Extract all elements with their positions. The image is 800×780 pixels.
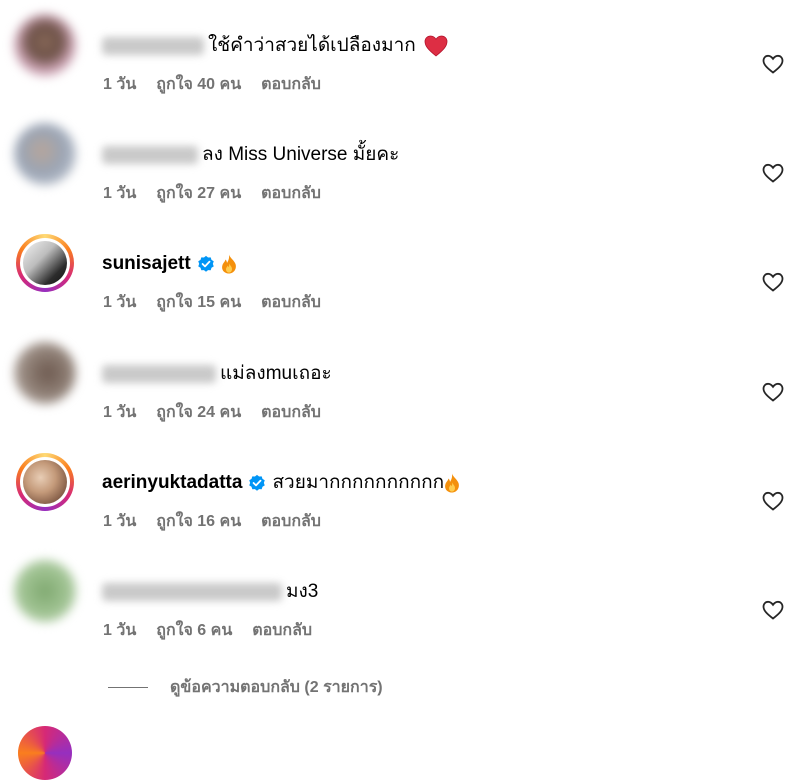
- heart-outline-icon[interactable]: [762, 382, 784, 402]
- view-replies-label: ดูข้อความตอบกลับ (2 รายการ): [170, 678, 383, 696]
- comment-time: 1 วัน: [103, 294, 137, 311]
- view-replies-button[interactable]: ดูข้อความตอบกลับ (2 รายการ): [108, 676, 383, 698]
- heart-outline-icon[interactable]: [762, 54, 784, 74]
- username-blurred[interactable]: [102, 365, 216, 383]
- verified-badge-icon: [197, 255, 214, 272]
- comment-text: ลง Miss Universe มั้ยคะ: [202, 144, 400, 165]
- avatar[interactable]: [14, 14, 76, 76]
- comment-item: aerinyuktadatta สวยมากกกกกกกกกก 1 วัน ถู…: [0, 451, 800, 551]
- comment-time: 1 วัน: [103, 622, 137, 639]
- like-count[interactable]: ถูกใจ 6 คน: [156, 618, 232, 643]
- avatar[interactable]: [18, 726, 72, 780]
- heart-outline-icon[interactable]: [762, 163, 784, 183]
- comment-time: 1 วัน: [103, 185, 137, 202]
- comment-time: 1 วัน: [103, 404, 137, 421]
- red-heart-emoji-icon: [424, 35, 448, 57]
- reply-button[interactable]: ตอบกลับ: [261, 72, 321, 97]
- comment-time: 1 วัน: [103, 513, 137, 530]
- divider: [108, 686, 148, 688]
- avatar[interactable]: [14, 123, 76, 185]
- username[interactable]: aerinyuktadatta: [102, 471, 242, 495]
- avatar[interactable]: [14, 451, 76, 513]
- avatar[interactable]: [14, 342, 76, 404]
- username-blurred[interactable]: [102, 37, 204, 55]
- comment-text: แม่ลงmuเถอะ: [220, 363, 332, 384]
- like-count[interactable]: ถูกใจ 24 คน: [156, 400, 241, 425]
- username-blurred[interactable]: [102, 146, 198, 164]
- username[interactable]: sunisajett: [102, 252, 191, 276]
- verified-badge-icon: [249, 474, 266, 491]
- avatar[interactable]: [14, 560, 76, 622]
- comment-item: มง3 1 วัน ถูกใจ 6 คน ตอบกลับ: [0, 560, 800, 660]
- comment-item: ใช้คำว่าสวยได้เปลืองมาก 1 วัน ถูกใจ 40 ค…: [0, 14, 800, 114]
- comment-item: แม่ลงmuเถอะ 1 วัน ถูกใจ 24 คน ตอบกลับ: [0, 342, 800, 442]
- comment-time: 1 วัน: [103, 76, 137, 93]
- comment-text: มง3: [286, 581, 319, 602]
- comment-text: ใช้คำว่าสวยได้เปลืองมาก: [208, 35, 416, 56]
- comment-item: ลง Miss Universe มั้ยคะ 1 วัน ถูกใจ 27 ค…: [0, 123, 800, 223]
- comment-item: sunisajett 1 วัน ถูกใจ 15 คน ตอบกลับ: [0, 232, 800, 332]
- heart-outline-icon[interactable]: [762, 600, 784, 620]
- reply-button[interactable]: ตอบกลับ: [261, 181, 321, 206]
- comment-text: สวยมากกกกกกกกกก: [272, 472, 445, 493]
- heart-outline-icon[interactable]: [762, 272, 784, 292]
- avatar[interactable]: [14, 232, 76, 294]
- fire-emoji-icon: [445, 473, 459, 493]
- like-count[interactable]: ถูกใจ 15 คน: [156, 290, 241, 315]
- reply-button[interactable]: ตอบกลับ: [261, 509, 321, 534]
- like-count[interactable]: ถูกใจ 27 คน: [156, 181, 241, 206]
- like-count[interactable]: ถูกใจ 40 คน: [156, 72, 241, 97]
- reply-button[interactable]: ตอบกลับ: [261, 290, 321, 315]
- reply-button[interactable]: ตอบกลับ: [261, 400, 321, 425]
- reply-button[interactable]: ตอบกลับ: [252, 618, 312, 643]
- fire-emoji-icon: [221, 254, 236, 274]
- like-count[interactable]: ถูกใจ 16 คน: [156, 509, 241, 534]
- heart-outline-icon[interactable]: [762, 491, 784, 511]
- username-blurred[interactable]: [102, 583, 282, 601]
